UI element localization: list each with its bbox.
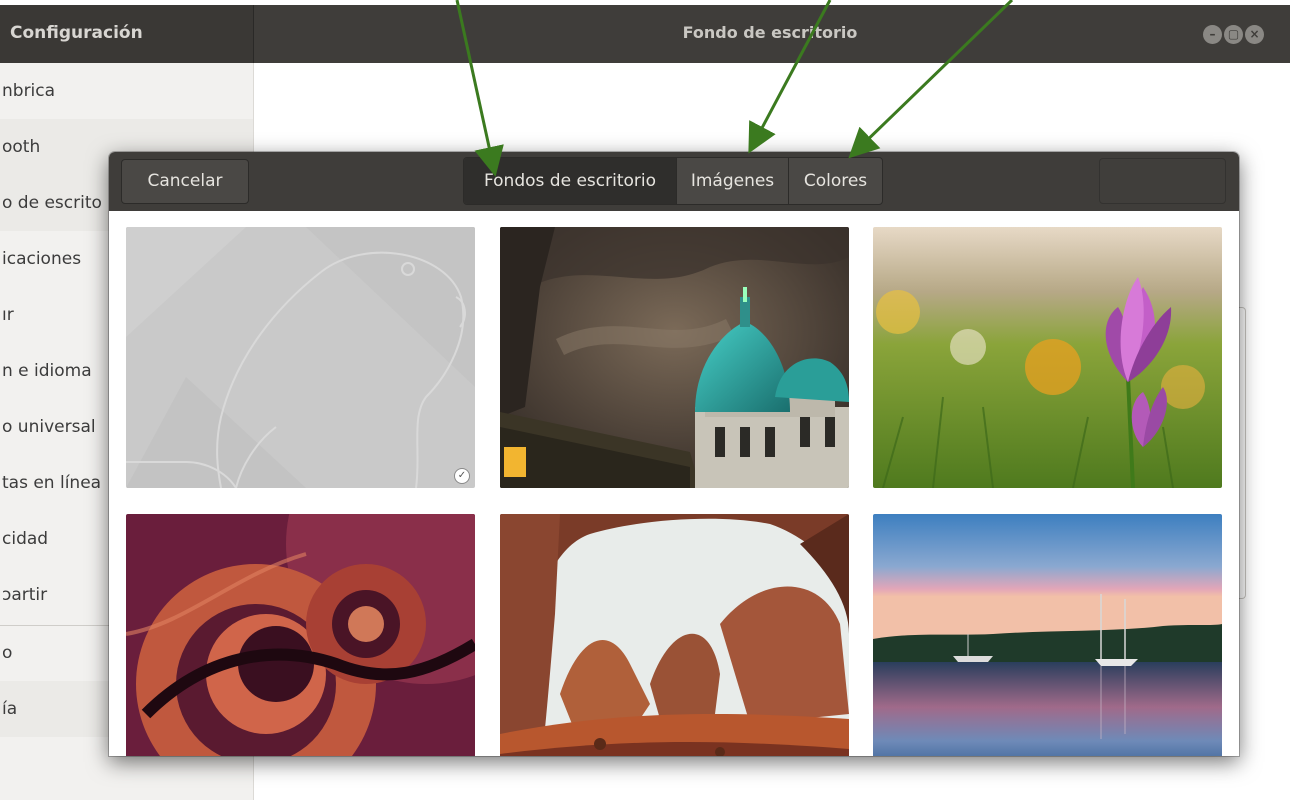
- cancel-button[interactable]: Cancelar: [121, 159, 249, 204]
- sidebar-item-label: ía: [2, 699, 18, 719]
- select-button[interactable]: [1099, 158, 1226, 204]
- crocus-wallpaper-image: [873, 227, 1222, 488]
- wallpaper-tile-swirl[interactable]: [126, 514, 475, 756]
- minimize-icon: –: [1209, 27, 1216, 41]
- sidebar-item-label: cidad: [2, 529, 49, 549]
- minimize-button[interactable]: –: [1203, 25, 1222, 44]
- sidebar-item-label: o de escrito: [2, 193, 102, 213]
- wallpaper-grid: ✓: [109, 211, 1239, 756]
- sidebar-header: Configuración: [0, 5, 254, 63]
- sidebar-item-label: nbrica: [2, 81, 56, 101]
- lake-wallpaper-image: [873, 514, 1222, 756]
- wallpaper-tile-crocus[interactable]: [873, 227, 1222, 488]
- preview-frame: [1238, 307, 1246, 599]
- sidebar-item-label: ɔartir: [2, 585, 48, 605]
- tab-pictures[interactable]: Imágenes: [676, 158, 788, 204]
- maximize-icon: ▢: [1227, 27, 1240, 41]
- header-bar: Configuración Fondo de escritorio – ▢ ×: [0, 5, 1290, 63]
- wallpaper-tile-lake[interactable]: [873, 514, 1222, 756]
- sidebar-item-label: o universal: [2, 417, 96, 437]
- window-controls: – ▢ ×: [1203, 25, 1283, 45]
- sidebar-item-label: tas en línea: [2, 473, 102, 493]
- beaver-wallpaper-image: [126, 227, 475, 488]
- wallpaper-tile-rocks[interactable]: [500, 514, 849, 756]
- rocks-wallpaper-image: [500, 514, 849, 756]
- tab-colors[interactable]: Colores: [788, 158, 882, 204]
- dome-wallpaper-image: [500, 227, 849, 488]
- window-title: Fondo de escritorio: [682, 23, 858, 42]
- dialog-header: Cancelar Fondos de escritorio Imágenes C…: [109, 152, 1239, 211]
- wallpaper-tile-beaver[interactable]: ✓: [126, 227, 475, 488]
- check-circle-icon: ✓: [454, 468, 470, 484]
- close-icon: ×: [1249, 27, 1260, 41]
- tab-wallpapers[interactable]: Fondos de escritorio: [464, 158, 676, 204]
- close-button[interactable]: ×: [1245, 25, 1264, 44]
- sidebar-item-label: ır: [2, 305, 14, 325]
- wallpaper-tile-dome[interactable]: [500, 227, 849, 488]
- source-tabs: Fondos de escritorio Imágenes Colores: [463, 157, 883, 205]
- swirl-wallpaper-image: [126, 514, 475, 756]
- sidebar-item-label: o: [2, 643, 13, 663]
- app-window: Configuración Fondo de escritorio – ▢ × …: [0, 0, 1290, 800]
- app-title: Configuración: [10, 23, 143, 43]
- wallpaper-picker-dialog: Cancelar Fondos de escritorio Imágenes C…: [109, 152, 1239, 756]
- sidebar-item-label: n e idioma: [2, 361, 92, 381]
- sidebar-item-label: icaciones: [2, 249, 82, 269]
- sidebar-item-label: ooth: [2, 137, 41, 157]
- sidebar-item-pantalla[interactable]: nbrica: [0, 63, 253, 119]
- maximize-button[interactable]: ▢: [1224, 25, 1243, 44]
